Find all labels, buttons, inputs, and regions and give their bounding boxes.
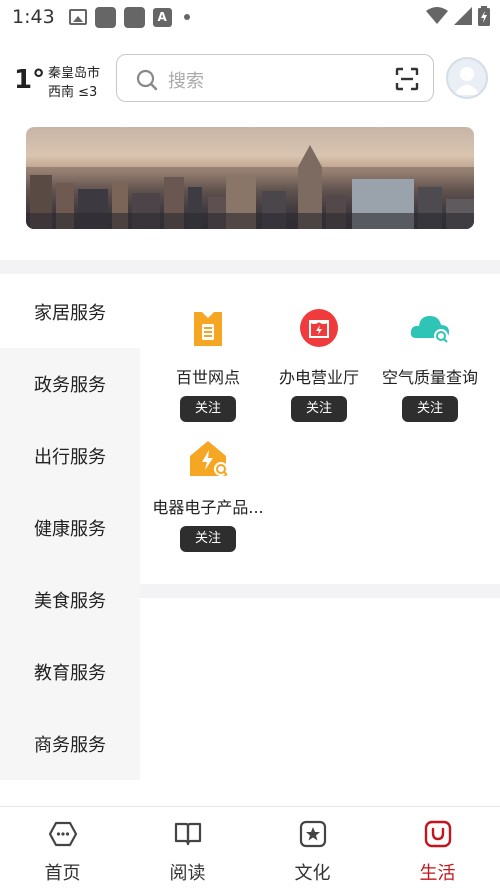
notification-icons: A (68, 6, 190, 28)
section-divider (140, 584, 500, 598)
user-avatar-icon (454, 67, 480, 95)
section-divider (0, 260, 500, 274)
service-grid: 百世网点 关注 办电营业厅 关注 空气质量查询 关注 电器电子产品... 关注 (140, 276, 500, 584)
service-card[interactable]: 空气质量查询 关注 (365, 306, 495, 422)
wind-info: 西南 ≤3 (48, 85, 98, 100)
search-bar[interactable]: 搜索 (116, 54, 434, 102)
battery-icon (478, 6, 490, 26)
follow-button[interactable]: 关注 (180, 396, 236, 422)
express-box-icon (194, 312, 222, 346)
nav-culture[interactable]: 文化 (250, 807, 375, 888)
follow-button[interactable]: 关注 (291, 396, 347, 422)
status-bar: 1:43 A (0, 0, 500, 34)
category-health-service[interactable]: 健康服务 (0, 492, 140, 564)
city-name[interactable]: 秦皇岛市 (48, 62, 100, 81)
header: 1° 秦皇岛市 西南 ≤3 搜索 (0, 50, 500, 106)
scan-icon[interactable] (395, 67, 419, 91)
book-icon (174, 822, 201, 846)
electric-home-icon (190, 441, 228, 476)
image-icon (68, 9, 87, 25)
font-a-icon: A (152, 7, 172, 27)
wifi-icon (426, 7, 448, 24)
nav-life[interactable]: 生活 (375, 807, 500, 888)
bottom-navigation: 首页 阅读 文化 生活 (0, 806, 500, 888)
nav-label: 阅读 (169, 863, 206, 884)
city-banner-image[interactable] (26, 127, 474, 229)
dot-icon (183, 14, 190, 20)
service-card[interactable]: 电器电子产品... 关注 (143, 436, 273, 552)
nav-label: 首页 (44, 863, 81, 884)
status-time: 1:43 (12, 6, 55, 28)
nav-read[interactable]: 阅读 (125, 807, 250, 888)
nav-label: 文化 (294, 863, 331, 884)
category-education-service[interactable]: 教育服务 (0, 636, 140, 708)
search-icon (136, 69, 158, 91)
category-food-service[interactable]: 美食服务 (0, 564, 140, 636)
star-culture-icon (299, 820, 326, 848)
power-hall-icon (300, 309, 338, 347)
category-government-service[interactable]: 政务服务 (0, 348, 140, 420)
system-icons (426, 6, 490, 26)
signal-icon (454, 7, 472, 25)
category-travel-service[interactable]: 出行服务 (0, 420, 140, 492)
service-name: 电器电子产品... (152, 498, 264, 517)
temperature: 1° (14, 65, 46, 95)
service-name: 空气质量查询 (381, 368, 478, 387)
follow-button[interactable]: 关注 (180, 526, 236, 552)
search-placeholder[interactable]: 搜索 (168, 67, 204, 93)
nav-home[interactable]: 首页 (0, 807, 125, 888)
app-square-icon (123, 6, 145, 28)
category-home-service[interactable]: 家居服务 (0, 276, 140, 348)
avatar[interactable] (446, 57, 488, 99)
follow-button[interactable]: 关注 (402, 396, 458, 422)
app-square-icon (94, 6, 116, 28)
air-quality-icon (410, 316, 449, 343)
category-business-service[interactable]: 商务服务 (0, 708, 140, 780)
skyline-graphic (26, 145, 474, 229)
bag-life-icon (424, 820, 451, 848)
nav-label: 生活 (419, 863, 456, 884)
category-sidebar: 家居服务 政务服务 出行服务 健康服务 美食服务 教育服务 商务服务 (0, 276, 140, 780)
home-icon (48, 821, 77, 847)
